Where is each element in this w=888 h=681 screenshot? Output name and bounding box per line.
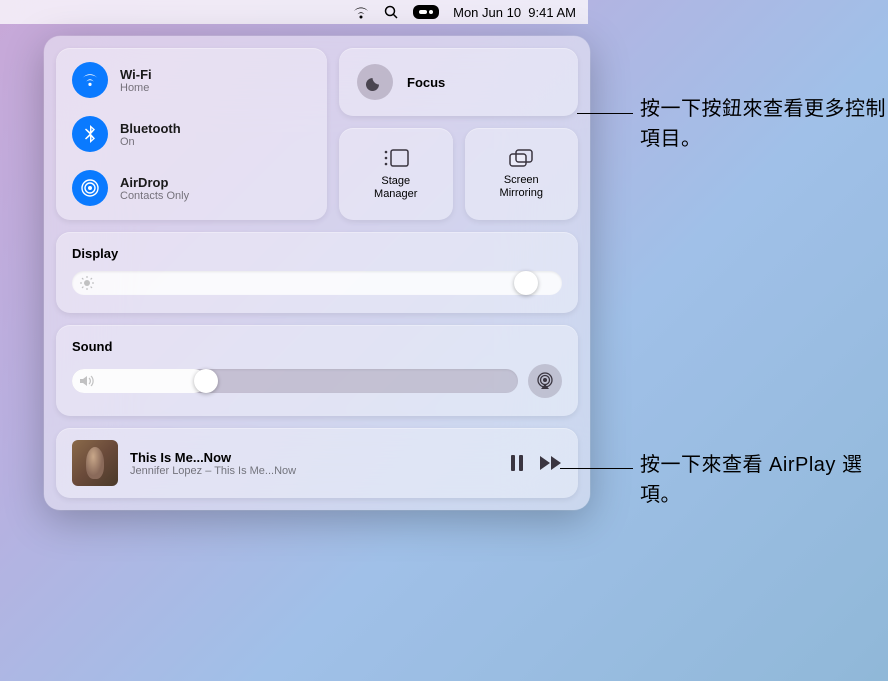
bluetooth-icon	[72, 116, 108, 152]
display-slider[interactable]	[72, 271, 562, 295]
wifi-title: Wi-Fi	[120, 67, 152, 82]
airdrop-toggle[interactable]: AirDrop Contacts Only	[72, 170, 311, 206]
callout-line-airplay	[560, 468, 633, 469]
stage-manager-icon	[382, 147, 410, 169]
menubar: Mon Jun 10 9:41 AM	[0, 0, 588, 24]
control-center-icon[interactable]	[413, 5, 439, 19]
callout-line-focus	[577, 113, 633, 114]
airdrop-status: Contacts Only	[120, 190, 189, 202]
bluetooth-toggle[interactable]: Bluetooth On	[72, 116, 311, 152]
airdrop-title: AirDrop	[120, 175, 189, 190]
screen-mirroring-tile[interactable]: ScreenMirroring	[465, 128, 579, 220]
wifi-status: Home	[120, 82, 152, 94]
connectivity-tile: Wi-Fi Home Bluetooth On AirDrop	[56, 48, 327, 220]
media-artist: Jennifer Lopez – This Is Me...Now	[130, 465, 498, 477]
wifi-toggle[interactable]: Wi-Fi Home	[72, 62, 311, 98]
moon-icon	[357, 64, 393, 100]
bluetooth-status: On	[120, 136, 181, 148]
pause-button[interactable]	[510, 455, 524, 471]
focus-label: Focus	[407, 75, 445, 90]
menubar-date[interactable]: Mon Jun 10 9:41 AM	[453, 5, 576, 20]
bluetooth-title: Bluetooth	[120, 121, 181, 136]
sound-slider-thumb[interactable]	[194, 369, 218, 393]
wifi-icon	[72, 62, 108, 98]
search-icon[interactable]	[384, 5, 399, 20]
screen-mirroring-label: ScreenMirroring	[500, 174, 543, 200]
brightness-icon	[80, 276, 94, 290]
callout-airplay: 按一下來查看 AirPlay 選項。	[640, 450, 888, 510]
screen-mirroring-icon	[508, 148, 534, 168]
wifi-icon[interactable]	[352, 6, 370, 19]
stage-manager-tile[interactable]: StageManager	[339, 128, 453, 220]
display-slider-thumb[interactable]	[514, 271, 538, 295]
media-title: This Is Me...Now	[130, 450, 498, 465]
sound-slider[interactable]	[72, 369, 518, 393]
airplay-button[interactable]	[528, 364, 562, 398]
volume-icon	[80, 375, 96, 387]
airdrop-icon	[72, 170, 108, 206]
sound-tile: Sound	[56, 325, 578, 416]
airplay-icon	[536, 372, 554, 390]
stage-manager-label: StageManager	[374, 175, 417, 201]
control-center-panel: Wi-Fi Home Bluetooth On AirDrop	[44, 36, 590, 510]
display-label: Display	[72, 246, 562, 261]
focus-tile[interactable]: Focus	[339, 48, 578, 116]
callout-focus: 按一下按鈕來查看更多控制項目。	[640, 94, 888, 154]
album-art	[72, 440, 118, 486]
now-playing-tile[interactable]: This Is Me...Now Jennifer Lopez – This I…	[56, 428, 578, 498]
next-button[interactable]	[540, 456, 562, 470]
sound-label: Sound	[72, 339, 562, 354]
display-tile: Display	[56, 232, 578, 313]
